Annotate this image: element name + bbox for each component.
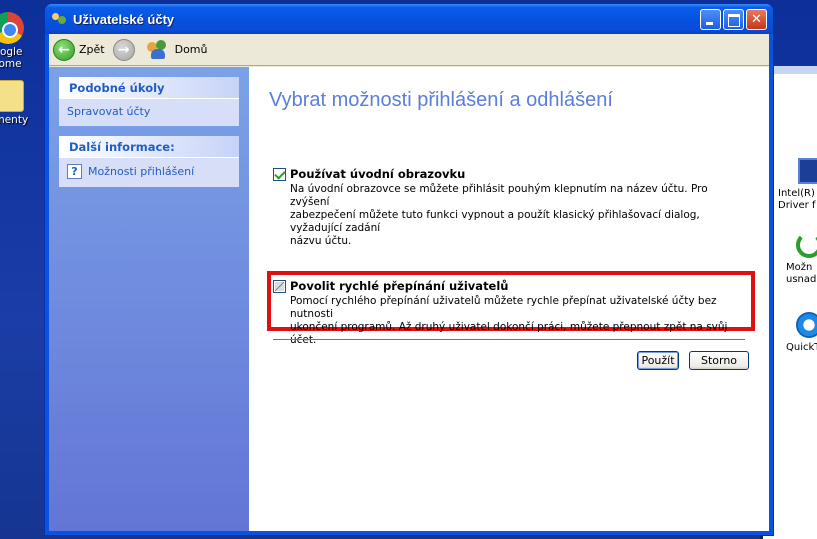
documents-icon: [0, 80, 24, 112]
more-info-box: Další informace: ? Možnosti přihlášení: [59, 136, 239, 187]
desktop-item-label: Driver f: [778, 200, 816, 211]
back-button[interactable]: ← Zpět: [53, 38, 105, 61]
fast-user-switching-label: Povolit rychlé přepínání uživatelů: [290, 279, 509, 293]
back-label: Zpět: [79, 43, 105, 56]
toolbar: ← Zpět → Domů: [49, 34, 769, 66]
help-icon: ?: [67, 164, 82, 179]
window-body: ← Zpět → Domů Podobné úkoly Spravovat úč…: [49, 34, 769, 531]
welcome-screen-checkbox-row[interactable]: Používat úvodní obrazovku: [273, 167, 743, 181]
task-pane: Podobné úkoly Spravovat účty Další infor…: [49, 67, 249, 531]
home-button[interactable]: Domů: [146, 39, 208, 60]
desktop-item-quicktime[interactable]: QuickT: [786, 312, 817, 354]
manage-accounts-link[interactable]: Spravovat účty: [67, 105, 231, 118]
users-icon: [51, 11, 67, 27]
accessibility-icon: [796, 232, 817, 258]
desktop-icon-chrome[interactable]: oogle rome: [0, 12, 38, 70]
chrome-icon: [0, 12, 24, 44]
cancel-button[interactable]: Storno: [689, 351, 749, 370]
welcome-screen-description: Na úvodní obrazovce se můžete přihlásit …: [290, 183, 708, 247]
desktop-icon-label: umenty: [0, 114, 29, 126]
close-button[interactable]: ✕: [746, 8, 767, 30]
fast-user-switching-option: Povolit rychlé přepínání uživatelů Pomoc…: [273, 279, 743, 347]
forward-arrow-icon: →: [112, 38, 135, 61]
apply-button[interactable]: Použít: [637, 351, 679, 370]
user-accounts-window: Uživatelské účty ✕ ← Zpět → Domů Podobné…: [44, 3, 774, 536]
desktop-item-accessibility[interactable]: Možn usnad: [786, 232, 817, 286]
home-label: Domů: [174, 43, 208, 56]
desktop-icon-documents[interactable]: umenty: [0, 80, 38, 126]
users-home-icon: [146, 39, 171, 60]
desktop-icon-label: oogle: [0, 46, 23, 58]
fast-user-switching-checkbox-row[interactable]: Povolit rychlé přepínání uživatelů: [273, 279, 743, 293]
page-title: Vybrat možnosti přihlášení a odhlášení: [269, 89, 613, 111]
intel-driver-icon: [798, 158, 817, 184]
separator-line: [273, 339, 745, 340]
title-bar[interactable]: Uživatelské účty ✕: [45, 4, 773, 34]
welcome-screen-checkbox[interactable]: [273, 167, 286, 181]
logon-options-label: Možnosti přihlášení: [88, 165, 195, 178]
related-tasks-header[interactable]: Podobné úkoly: [59, 77, 239, 99]
main-panel: Vybrat možnosti přihlášení a odhlášení P…: [249, 67, 769, 531]
welcome-screen-option: Používat úvodní obrazovku Na úvodní obra…: [273, 167, 743, 248]
window-title: Uživatelské účty: [73, 11, 175, 27]
welcome-screen-label: Používat úvodní obrazovku: [290, 167, 466, 181]
logon-options-link[interactable]: ? Možnosti přihlášení: [67, 164, 231, 179]
minimize-button[interactable]: [700, 8, 721, 30]
content-area: Podobné úkoly Spravovat účty Další infor…: [49, 67, 769, 531]
desktop-item-intel-driver[interactable]: Intel(R) Driver f: [778, 158, 817, 212]
desktop-item-label: QuickT: [786, 342, 817, 353]
maximize-button[interactable]: [723, 8, 744, 30]
related-tasks-box: Podobné úkoly Spravovat účty: [59, 77, 239, 126]
more-info-header[interactable]: Další informace:: [59, 136, 239, 158]
desktop-item-label: Intel(R): [778, 188, 815, 199]
desktop-item-label: usnad: [786, 274, 817, 285]
back-arrow-icon: ←: [53, 38, 75, 61]
quicktime-icon: [796, 312, 817, 338]
fast-user-switching-checkbox[interactable]: [273, 279, 286, 293]
desktop-item-label: Možn: [786, 262, 813, 273]
desktop-icon-label: rome: [0, 58, 22, 70]
forward-button[interactable]: →: [112, 38, 139, 61]
